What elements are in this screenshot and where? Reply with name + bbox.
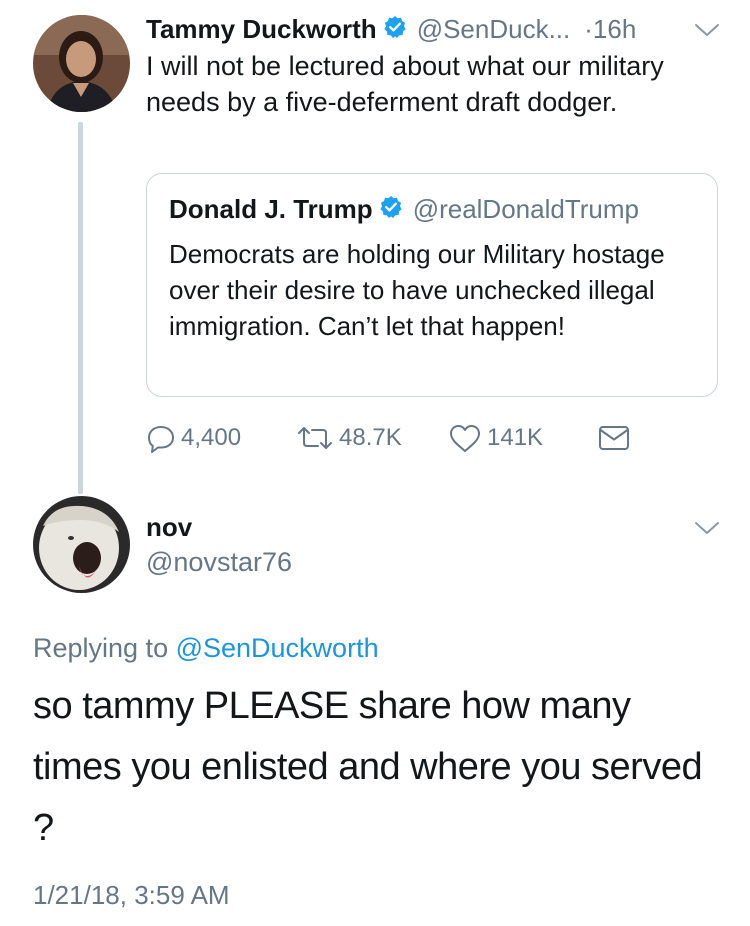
- tweet2-author-name[interactable]: nov: [146, 512, 192, 543]
- quoted-tweet-header: Donald J. Trump @realDonaldTrump: [169, 192, 639, 226]
- tweet2-text: so tammy PLEASE share how many times you…: [33, 685, 703, 849]
- direct-message-button[interactable]: [598, 420, 635, 456]
- reply-icon: [148, 426, 174, 453]
- replying-to-line: Replying to @SenDuckworth: [33, 633, 379, 664]
- tammy-duckworth-avatar[interactable]: [33, 15, 130, 112]
- quoted-tweet-text: Democrats are holding our Military hosta…: [169, 239, 665, 341]
- chevron-down-icon[interactable]: [694, 520, 720, 536]
- verified-badge-icon: [379, 195, 403, 224]
- tweet1-time[interactable]: ·16h: [584, 14, 636, 45]
- tweet2-timestamp[interactable]: 1/21/18, 3:59 AM: [33, 880, 230, 911]
- replying-to-label: Replying to: [33, 633, 176, 663]
- thread-connector-line: [78, 122, 83, 494]
- tweet2-author-handle[interactable]: @novstar76: [146, 547, 292, 578]
- quoted-author-handle: @realDonaldTrump: [412, 193, 639, 224]
- reply-count: 4,400: [181, 424, 242, 451]
- retweet-count: 48.7K: [339, 424, 402, 451]
- quoted-author-name: Donald J. Trump: [169, 193, 373, 224]
- reply-button[interactable]: 4,400: [146, 420, 241, 456]
- like-icon: [450, 425, 480, 452]
- direct-message-icon: [599, 426, 629, 450]
- quoted-tweet-card[interactable]: Donald J. Trump @realDonaldTrump Democra…: [146, 173, 718, 397]
- chevron-down-icon[interactable]: [694, 22, 720, 38]
- novstar-avatar[interactable]: [33, 496, 130, 593]
- retweet-button[interactable]: 48.7K: [296, 420, 402, 456]
- retweet-icon: [298, 427, 332, 449]
- like-button[interactable]: 141K: [448, 420, 543, 456]
- like-count: 141K: [487, 424, 544, 451]
- tweet1-author-handle[interactable]: @SenDuck...: [417, 14, 571, 45]
- tweet1-header: Tammy Duckworth @SenDuck... ·16h: [146, 12, 636, 46]
- tweet1-text: I will not be lectured about what our mi…: [146, 51, 664, 117]
- replying-to-mention-link[interactable]: @SenDuckworth: [176, 633, 379, 663]
- verified-badge-icon: [383, 15, 407, 44]
- tweet1-author-name[interactable]: Tammy Duckworth: [146, 14, 377, 45]
